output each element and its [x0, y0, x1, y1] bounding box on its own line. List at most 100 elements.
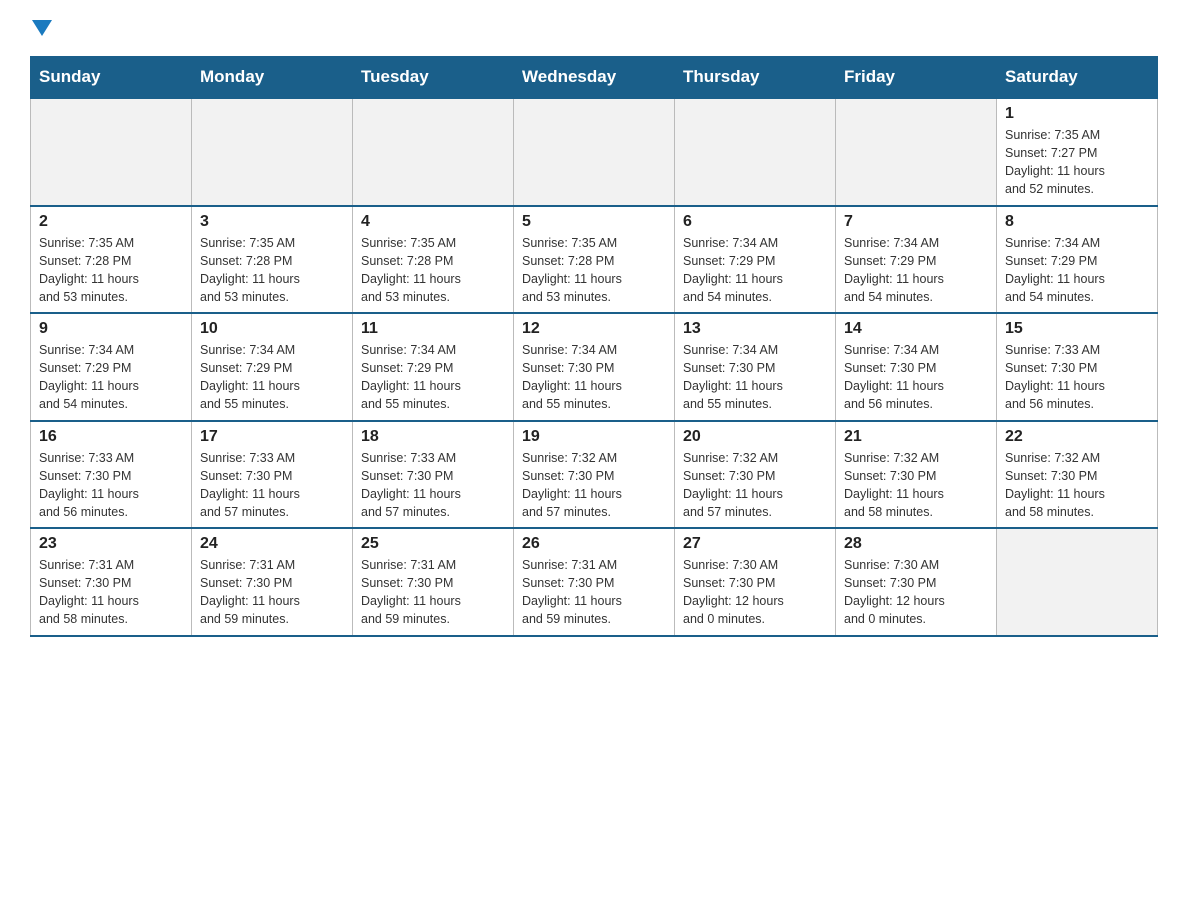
day-number: 1 — [1005, 105, 1149, 123]
day-number: 13 — [683, 320, 827, 338]
calendar-cell-week1-day4: 6 Sunrise: 7:34 AM Sunset: 7:29 PM Daylig… — [675, 206, 836, 314]
calendar-cell-week2-day2: 11 Sunrise: 7:34 AM Sunset: 7:29 PM Dayli… — [353, 313, 514, 421]
col-monday: Monday — [192, 57, 353, 99]
calendar-cell-week4-day2: 25 Sunrise: 7:31 AM Sunset: 7:30 PM Dayli… — [353, 528, 514, 636]
calendar-cell-week3-day1: 17 Sunrise: 7:33 AM Sunset: 7:30 PM Dayli… — [192, 421, 353, 529]
logo-triangle-icon — [32, 20, 52, 36]
col-thursday: Thursday — [675, 57, 836, 99]
calendar-cell-week1-day3: 5 Sunrise: 7:35 AM Sunset: 7:28 PM Daylig… — [514, 206, 675, 314]
day-info: Sunrise: 7:32 AM Sunset: 7:30 PM Dayligh… — [683, 449, 827, 522]
day-info: Sunrise: 7:32 AM Sunset: 7:30 PM Dayligh… — [522, 449, 666, 522]
calendar-cell-week3-day0: 16 Sunrise: 7:33 AM Sunset: 7:30 PM Dayli… — [31, 421, 192, 529]
calendar-cell-week4-day4: 27Sunrise: 7:30 AM Sunset: 7:30 PM Dayli… — [675, 528, 836, 636]
day-number: 7 — [844, 213, 988, 231]
calendar-week-row-0: 1 Sunrise: 7:35 AM Sunset: 7:27 PM Daylig… — [31, 98, 1158, 206]
day-number: 17 — [200, 428, 344, 446]
col-wednesday: Wednesday — [514, 57, 675, 99]
day-info: Sunrise: 7:35 AM Sunset: 7:27 PM Dayligh… — [1005, 126, 1149, 199]
day-info: Sunrise: 7:33 AM Sunset: 7:30 PM Dayligh… — [1005, 341, 1149, 414]
calendar-cell-week1-day5: 7Sunrise: 7:34 AM Sunset: 7:29 PM Daylig… — [836, 206, 997, 314]
calendar-week-row-3: 16 Sunrise: 7:33 AM Sunset: 7:30 PM Dayli… — [31, 421, 1158, 529]
day-number: 25 — [361, 535, 505, 553]
calendar-cell-week3-day4: 20 Sunrise: 7:32 AM Sunset: 7:30 PM Dayli… — [675, 421, 836, 529]
day-info: Sunrise: 7:32 AM Sunset: 7:30 PM Dayligh… — [844, 449, 988, 522]
day-number: 12 — [522, 320, 666, 338]
day-number: 4 — [361, 213, 505, 231]
calendar-cell-week4-day6 — [997, 528, 1158, 636]
calendar-cell-week3-day6: 22 Sunrise: 7:32 AM Sunset: 7:30 PM Dayli… — [997, 421, 1158, 529]
day-info: Sunrise: 7:35 AM Sunset: 7:28 PM Dayligh… — [39, 234, 183, 307]
calendar-cell-week0-day2 — [353, 98, 514, 206]
calendar-cell-week3-day3: 19 Sunrise: 7:32 AM Sunset: 7:30 PM Dayli… — [514, 421, 675, 529]
calendar-cell-week0-day1 — [192, 98, 353, 206]
calendar-week-row-1: 2 Sunrise: 7:35 AM Sunset: 7:28 PM Daylig… — [31, 206, 1158, 314]
day-info: Sunrise: 7:31 AM Sunset: 7:30 PM Dayligh… — [361, 556, 505, 629]
day-number: 3 — [200, 213, 344, 231]
calendar-cell-week1-day1: 3 Sunrise: 7:35 AM Sunset: 7:28 PM Daylig… — [192, 206, 353, 314]
day-info: Sunrise: 7:31 AM Sunset: 7:30 PM Dayligh… — [39, 556, 183, 629]
calendar-cell-week2-day1: 10 Sunrise: 7:34 AM Sunset: 7:29 PM Dayli… — [192, 313, 353, 421]
calendar-cell-week4-day1: 24Sunrise: 7:31 AM Sunset: 7:30 PM Dayli… — [192, 528, 353, 636]
day-number: 11 — [361, 320, 505, 338]
calendar-cell-week0-day0 — [31, 98, 192, 206]
day-info: Sunrise: 7:33 AM Sunset: 7:30 PM Dayligh… — [361, 449, 505, 522]
day-number: 23 — [39, 535, 183, 553]
calendar-week-row-4: 23 Sunrise: 7:31 AM Sunset: 7:30 PM Dayli… — [31, 528, 1158, 636]
day-number: 22 — [1005, 428, 1149, 446]
day-info: Sunrise: 7:34 AM Sunset: 7:30 PM Dayligh… — [844, 341, 988, 414]
calendar-cell-week0-day4 — [675, 98, 836, 206]
col-friday: Friday — [836, 57, 997, 99]
calendar-cell-week3-day5: 21 Sunrise: 7:32 AM Sunset: 7:30 PM Dayli… — [836, 421, 997, 529]
day-info: Sunrise: 7:34 AM Sunset: 7:29 PM Dayligh… — [1005, 234, 1149, 307]
calendar-cell-week3-day2: 18 Sunrise: 7:33 AM Sunset: 7:30 PM Dayli… — [353, 421, 514, 529]
day-number: 21 — [844, 428, 988, 446]
calendar-cell-week0-day3 — [514, 98, 675, 206]
day-number: 8 — [1005, 213, 1149, 231]
logo — [30, 20, 52, 40]
day-number: 6 — [683, 213, 827, 231]
day-info: Sunrise: 7:33 AM Sunset: 7:30 PM Dayligh… — [39, 449, 183, 522]
day-number: 16 — [39, 428, 183, 446]
day-number: 18 — [361, 428, 505, 446]
day-info: Sunrise: 7:32 AM Sunset: 7:30 PM Dayligh… — [1005, 449, 1149, 522]
day-info: Sunrise: 7:34 AM Sunset: 7:29 PM Dayligh… — [361, 341, 505, 414]
day-info: Sunrise: 7:35 AM Sunset: 7:28 PM Dayligh… — [361, 234, 505, 307]
day-number: 28 — [844, 535, 988, 553]
day-number: 26 — [522, 535, 666, 553]
day-info: Sunrise: 7:34 AM Sunset: 7:29 PM Dayligh… — [39, 341, 183, 414]
calendar-cell-week2-day3: 12 Sunrise: 7:34 AM Sunset: 7:30 PM Dayli… — [514, 313, 675, 421]
calendar-cell-week4-day3: 26 Sunrise: 7:31 AM Sunset: 7:30 PM Dayli… — [514, 528, 675, 636]
calendar-cell-week2-day5: 14 Sunrise: 7:34 AM Sunset: 7:30 PM Dayli… — [836, 313, 997, 421]
day-info: Sunrise: 7:34 AM Sunset: 7:29 PM Dayligh… — [200, 341, 344, 414]
col-saturday: Saturday — [997, 57, 1158, 99]
day-info: Sunrise: 7:34 AM Sunset: 7:30 PM Dayligh… — [683, 341, 827, 414]
day-number: 19 — [522, 428, 666, 446]
day-info: Sunrise: 7:33 AM Sunset: 7:30 PM Dayligh… — [200, 449, 344, 522]
day-number: 10 — [200, 320, 344, 338]
calendar-cell-week1-day6: 8 Sunrise: 7:34 AM Sunset: 7:29 PM Daylig… — [997, 206, 1158, 314]
calendar-cell-week1-day2: 4 Sunrise: 7:35 AM Sunset: 7:28 PM Daylig… — [353, 206, 514, 314]
day-info: Sunrise: 7:31 AM Sunset: 7:30 PM Dayligh… — [522, 556, 666, 629]
calendar-cell-week2-day4: 13 Sunrise: 7:34 AM Sunset: 7:30 PM Dayli… — [675, 313, 836, 421]
calendar-header-row: Sunday Monday Tuesday Wednesday Thursday… — [31, 57, 1158, 99]
day-number: 20 — [683, 428, 827, 446]
calendar-cell-week0-day5 — [836, 98, 997, 206]
day-info: Sunrise: 7:34 AM Sunset: 7:30 PM Dayligh… — [522, 341, 666, 414]
calendar-cell-week1-day0: 2 Sunrise: 7:35 AM Sunset: 7:28 PM Daylig… — [31, 206, 192, 314]
day-number: 5 — [522, 213, 666, 231]
day-number: 27 — [683, 535, 827, 553]
page-header — [30, 20, 1158, 40]
calendar-cell-week2-day6: 15 Sunrise: 7:33 AM Sunset: 7:30 PM Dayli… — [997, 313, 1158, 421]
day-number: 14 — [844, 320, 988, 338]
day-info: Sunrise: 7:34 AM Sunset: 7:29 PM Dayligh… — [683, 234, 827, 307]
calendar-table: Sunday Monday Tuesday Wednesday Thursday… — [30, 56, 1158, 637]
day-number: 24 — [200, 535, 344, 553]
day-info: Sunrise: 7:35 AM Sunset: 7:28 PM Dayligh… — [200, 234, 344, 307]
calendar-cell-week2-day0: 9Sunrise: 7:34 AM Sunset: 7:29 PM Daylig… — [31, 313, 192, 421]
calendar-cell-week0-day6: 1 Sunrise: 7:35 AM Sunset: 7:27 PM Daylig… — [997, 98, 1158, 206]
calendar-week-row-2: 9Sunrise: 7:34 AM Sunset: 7:29 PM Daylig… — [31, 313, 1158, 421]
day-info: Sunrise: 7:35 AM Sunset: 7:28 PM Dayligh… — [522, 234, 666, 307]
day-info: Sunrise: 7:30 AM Sunset: 7:30 PM Dayligh… — [844, 556, 988, 629]
day-number: 15 — [1005, 320, 1149, 338]
day-number: 2 — [39, 213, 183, 231]
